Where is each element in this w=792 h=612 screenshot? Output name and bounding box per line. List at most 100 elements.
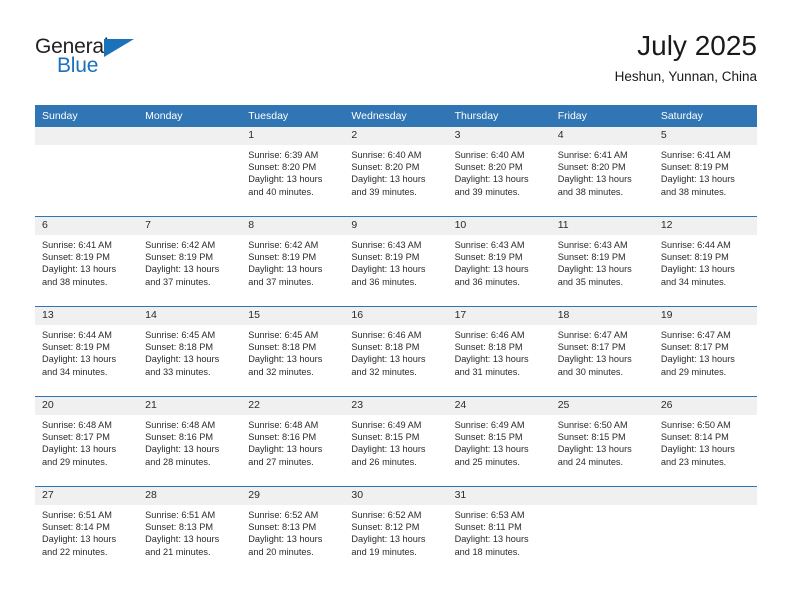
day-number: 20	[35, 397, 139, 415]
sunset-text: Sunset: 8:17 PM	[660, 342, 729, 353]
day-details: Sunrise: 6:43 AM Sunset: 8:19 PM Dayligh…	[448, 235, 551, 288]
day-cell[interactable]: 21 Sunrise: 6:48 AM Sunset: 8:16 PM Dayl…	[138, 396, 242, 487]
daylight-text: Daylight: 13 hours and 39 minutes.	[351, 174, 426, 197]
sunrise-text: Sunrise: 6:40 AM	[351, 150, 422, 160]
day-details: Sunrise: 6:49 AM Sunset: 8:15 PM Dayligh…	[344, 415, 447, 468]
day-cell[interactable]: 3 Sunrise: 6:40 AM Sunset: 8:20 PM Dayli…	[447, 127, 551, 217]
day-details: Sunrise: 6:51 AM Sunset: 8:14 PM Dayligh…	[35, 505, 138, 558]
sunset-text: Sunset: 8:12 PM	[351, 522, 420, 533]
daylight-text: Daylight: 13 hours and 24 minutes.	[557, 444, 632, 467]
day-details: Sunrise: 6:44 AM Sunset: 8:19 PM Dayligh…	[654, 235, 757, 288]
daylight-text: Daylight: 13 hours and 38 minutes.	[557, 174, 632, 197]
weekday-header-monday: Monday	[138, 105, 242, 127]
day-cell-empty	[138, 127, 242, 217]
day-number: 12	[653, 217, 757, 235]
day-cell[interactable]: 22 Sunrise: 6:48 AM Sunset: 8:16 PM Dayl…	[241, 396, 345, 487]
day-cell[interactable]: 13 Sunrise: 6:44 AM Sunset: 8:19 PM Dayl…	[35, 306, 139, 397]
day-cell[interactable]: 23 Sunrise: 6:49 AM Sunset: 8:15 PM Dayl…	[344, 396, 448, 487]
day-number: 17	[447, 307, 551, 325]
day-details: Sunrise: 6:41 AM Sunset: 8:20 PM Dayligh…	[551, 145, 654, 198]
day-cell[interactable]: 1 Sunrise: 6:39 AM Sunset: 8:20 PM Dayli…	[241, 127, 345, 217]
daylight-text: Daylight: 13 hours and 32 minutes.	[248, 354, 323, 377]
day-number: 2	[344, 127, 448, 145]
sunset-text: Sunset: 8:18 PM	[145, 342, 214, 353]
sunrise-text: Sunrise: 6:50 AM	[557, 420, 628, 430]
day-cell[interactable]: 10 Sunrise: 6:43 AM Sunset: 8:19 PM Dayl…	[447, 216, 551, 307]
day-details: Sunrise: 6:40 AM Sunset: 8:20 PM Dayligh…	[344, 145, 447, 198]
day-cell[interactable]: 28 Sunrise: 6:51 AM Sunset: 8:13 PM Dayl…	[138, 486, 242, 576]
day-cell[interactable]: 4 Sunrise: 6:41 AM Sunset: 8:20 PM Dayli…	[550, 127, 654, 217]
day-cell[interactable]: 24 Sunrise: 6:49 AM Sunset: 8:15 PM Dayl…	[447, 396, 551, 487]
daylight-text: Daylight: 13 hours and 33 minutes.	[145, 354, 220, 377]
sunset-text: Sunset: 8:20 PM	[248, 162, 317, 173]
location-subtitle: Heshun, Yunnan, China	[614, 69, 757, 84]
weekday-header-thursday: Thursday	[447, 105, 551, 127]
day-cell[interactable]: 7 Sunrise: 6:42 AM Sunset: 8:19 PM Dayli…	[138, 216, 242, 307]
daylight-text: Daylight: 13 hours and 35 minutes.	[557, 264, 632, 287]
day-cell[interactable]: 2 Sunrise: 6:40 AM Sunset: 8:20 PM Dayli…	[344, 127, 448, 217]
day-cell[interactable]: 9 Sunrise: 6:43 AM Sunset: 8:19 PM Dayli…	[344, 216, 448, 307]
day-cell[interactable]: 5 Sunrise: 6:41 AM Sunset: 8:19 PM Dayli…	[653, 127, 757, 217]
day-details: Sunrise: 6:51 AM Sunset: 8:13 PM Dayligh…	[138, 505, 241, 558]
day-cell[interactable]: 12 Sunrise: 6:44 AM Sunset: 8:19 PM Dayl…	[653, 216, 757, 307]
day-details: Sunrise: 6:39 AM Sunset: 8:20 PM Dayligh…	[241, 145, 344, 198]
sunset-text: Sunset: 8:13 PM	[248, 522, 317, 533]
day-details: Sunrise: 6:46 AM Sunset: 8:18 PM Dayligh…	[344, 325, 447, 378]
day-cell-empty	[550, 486, 654, 576]
day-number: 28	[138, 487, 242, 505]
calendar-body: 1 Sunrise: 6:39 AM Sunset: 8:20 PM Dayli…	[35, 127, 757, 576]
sunset-text: Sunset: 8:19 PM	[454, 252, 523, 263]
weekday-header-row: Sunday Monday Tuesday Wednesday Thursday…	[35, 105, 757, 127]
day-cell[interactable]: 31 Sunrise: 6:53 AM Sunset: 8:11 PM Dayl…	[447, 486, 551, 576]
sunrise-text: Sunrise: 6:50 AM	[660, 420, 731, 430]
day-number: 4	[550, 127, 654, 145]
day-details: Sunrise: 6:45 AM Sunset: 8:18 PM Dayligh…	[138, 325, 241, 378]
daylight-text: Daylight: 13 hours and 36 minutes.	[351, 264, 426, 287]
day-cell[interactable]: 25 Sunrise: 6:50 AM Sunset: 8:15 PM Dayl…	[550, 396, 654, 487]
day-number	[653, 487, 757, 505]
daylight-text: Daylight: 13 hours and 34 minutes.	[42, 354, 117, 377]
sunset-text: Sunset: 8:19 PM	[42, 342, 110, 353]
day-details: Sunrise: 6:41 AM Sunset: 8:19 PM Dayligh…	[654, 145, 757, 198]
day-details: Sunrise: 6:43 AM Sunset: 8:19 PM Dayligh…	[344, 235, 447, 288]
day-number: 8	[241, 217, 345, 235]
sunset-text: Sunset: 8:17 PM	[42, 432, 110, 443]
day-cell[interactable]: 30 Sunrise: 6:52 AM Sunset: 8:12 PM Dayl…	[344, 486, 448, 576]
day-cell[interactable]: 15 Sunrise: 6:45 AM Sunset: 8:18 PM Dayl…	[241, 306, 345, 397]
day-details: Sunrise: 6:48 AM Sunset: 8:16 PM Dayligh…	[241, 415, 344, 468]
day-cell[interactable]: 14 Sunrise: 6:45 AM Sunset: 8:18 PM Dayl…	[138, 306, 242, 397]
day-cell[interactable]: 27 Sunrise: 6:51 AM Sunset: 8:14 PM Dayl…	[35, 486, 139, 576]
title-block: July 2025 Heshun, Yunnan, China	[615, 30, 757, 86]
daylight-text: Daylight: 13 hours and 29 minutes.	[660, 354, 735, 377]
daylight-text: Daylight: 13 hours and 18 minutes.	[454, 534, 529, 557]
day-cell[interactable]: 19 Sunrise: 6:47 AM Sunset: 8:17 PM Dayl…	[653, 306, 757, 397]
day-cell[interactable]: 8 Sunrise: 6:42 AM Sunset: 8:19 PM Dayli…	[241, 216, 345, 307]
sunrise-text: Sunrise: 6:51 AM	[145, 510, 216, 520]
sunrise-text: Sunrise: 6:52 AM	[351, 510, 422, 520]
day-details: Sunrise: 6:47 AM Sunset: 8:17 PM Dayligh…	[551, 325, 654, 378]
day-details: Sunrise: 6:42 AM Sunset: 8:19 PM Dayligh…	[241, 235, 344, 288]
calendar-week-row: 20 Sunrise: 6:48 AM Sunset: 8:17 PM Dayl…	[35, 396, 757, 487]
general-blue-logo[interactable]: General Blue	[35, 36, 215, 86]
sunrise-text: Sunrise: 6:53 AM	[454, 510, 525, 520]
sunrise-text: Sunrise: 6:48 AM	[248, 420, 319, 430]
day-number: 14	[138, 307, 242, 325]
day-cell[interactable]: 29 Sunrise: 6:52 AM Sunset: 8:13 PM Dayl…	[241, 486, 345, 576]
day-cell[interactable]: 26 Sunrise: 6:50 AM Sunset: 8:14 PM Dayl…	[653, 396, 757, 487]
day-cell[interactable]: 17 Sunrise: 6:46 AM Sunset: 8:18 PM Dayl…	[447, 306, 551, 397]
day-cell[interactable]: 18 Sunrise: 6:47 AM Sunset: 8:17 PM Dayl…	[550, 306, 654, 397]
sunset-text: Sunset: 8:15 PM	[351, 432, 420, 443]
day-cell[interactable]: 6 Sunrise: 6:41 AM Sunset: 8:19 PM Dayli…	[35, 216, 139, 307]
sunset-text: Sunset: 8:19 PM	[42, 252, 110, 263]
sunrise-text: Sunrise: 6:47 AM	[557, 330, 628, 340]
day-cell[interactable]: 20 Sunrise: 6:48 AM Sunset: 8:17 PM Dayl…	[35, 396, 139, 487]
sunrise-text: Sunrise: 6:45 AM	[145, 330, 216, 340]
day-cell[interactable]: 11 Sunrise: 6:43 AM Sunset: 8:19 PM Dayl…	[550, 216, 654, 307]
calendar-week-row: 13 Sunrise: 6:44 AM Sunset: 8:19 PM Dayl…	[35, 306, 757, 397]
day-details: Sunrise: 6:52 AM Sunset: 8:13 PM Dayligh…	[241, 505, 344, 558]
daylight-text: Daylight: 13 hours and 30 minutes.	[557, 354, 632, 377]
calendar-header-row-group: Sunday Monday Tuesday Wednesday Thursday…	[35, 105, 757, 127]
day-details: Sunrise: 6:42 AM Sunset: 8:19 PM Dayligh…	[138, 235, 241, 288]
sunset-text: Sunset: 8:20 PM	[351, 162, 420, 173]
day-cell[interactable]: 16 Sunrise: 6:46 AM Sunset: 8:18 PM Dayl…	[344, 306, 448, 397]
